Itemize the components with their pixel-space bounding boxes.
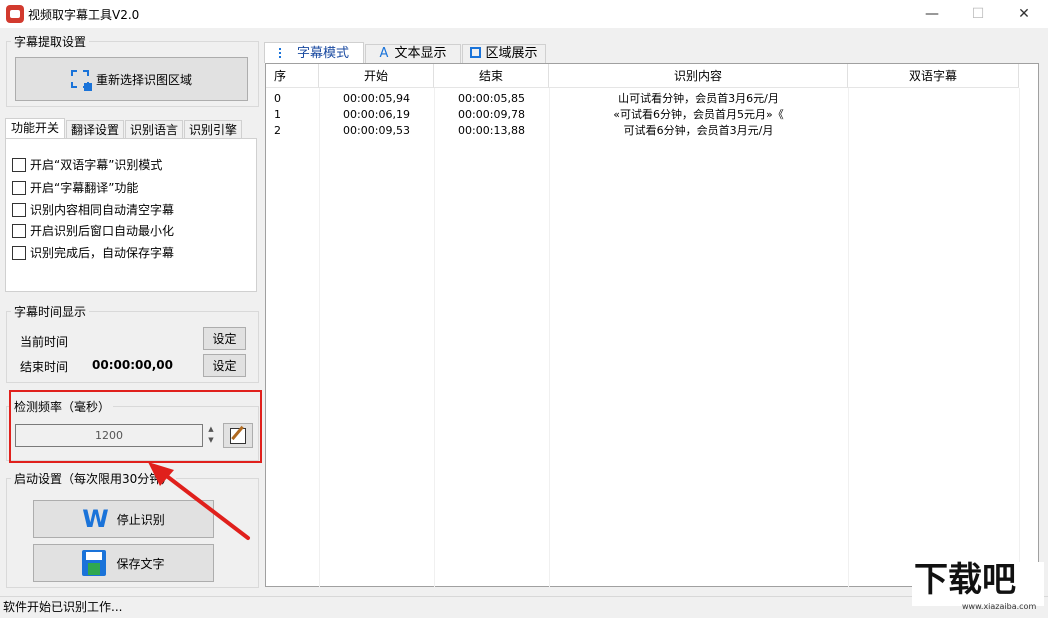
highlight-box xyxy=(9,390,262,463)
area-icon xyxy=(470,47,481,58)
table-cell[interactable]: 00:00:09,53 xyxy=(319,123,434,139)
option-auto-minimize[interactable]: 开启识别后窗口自动最小化 xyxy=(12,222,174,239)
table-cell[interactable]: 2 xyxy=(266,123,319,139)
option-label: 开启“字幕翻译”功能 xyxy=(30,179,138,196)
reselect-area-button[interactable]: 重新选择识图区域 xyxy=(15,57,248,101)
column-divider xyxy=(434,88,435,588)
tab-translate-settings[interactable]: 翻译设置 xyxy=(66,120,124,139)
reselect-area-label: 重新选择识图区域 xyxy=(96,71,192,88)
word-w-icon: W xyxy=(82,505,108,533)
watermark-logo: 下载吧 xyxy=(914,560,1016,600)
table-cell[interactable]: 00:00:06,19 xyxy=(319,107,434,123)
text-a-icon: A xyxy=(380,46,389,61)
table-cell[interactable]: «可试看6分钟，会员首月5元月»《 xyxy=(549,107,848,123)
checkbox[interactable] xyxy=(12,181,26,195)
checkbox[interactable] xyxy=(12,246,26,260)
table-cell[interactable]: 0 xyxy=(266,91,319,107)
minimize-button[interactable]: — xyxy=(909,0,955,28)
tab-recognition-language[interactable]: 识别语言 xyxy=(125,120,183,139)
table-cell[interactable]: 山可试看分钟，会员首3月6元/月 xyxy=(549,91,848,107)
tab-recognition-engine[interactable]: 识别引擎 xyxy=(184,120,242,139)
option-label: 开启“双语字幕”识别模式 xyxy=(30,156,162,173)
option-auto-clear[interactable]: 识别内容相同自动清空字幕 xyxy=(12,201,174,218)
tab-area-display-label: 区域展示 xyxy=(485,46,537,61)
column-divider xyxy=(848,88,849,588)
red-arrow xyxy=(140,458,255,548)
option-auto-save[interactable]: 识别完成后，自动保存字幕 xyxy=(12,244,174,261)
table-cell[interactable]: 00:00:09,78 xyxy=(434,107,549,123)
watermark-url: www.xiazaiba.com xyxy=(962,602,1036,611)
option-label: 识别内容相同自动清空字幕 xyxy=(30,201,174,218)
option-label: 开启识别后窗口自动最小化 xyxy=(30,222,174,239)
option-translate[interactable]: 开启“字幕翻译”功能 xyxy=(12,179,138,196)
column-divider xyxy=(549,88,550,588)
header-bilingual[interactable]: 双语字幕 xyxy=(848,64,1019,88)
time-display-title: 字幕时间显示 xyxy=(11,303,89,320)
end-time-label: 结束时间 xyxy=(20,358,68,375)
close-button[interactable]: ✕ xyxy=(1001,0,1047,28)
column-divider xyxy=(1019,88,1020,588)
checkbox[interactable] xyxy=(12,203,26,217)
select-area-icon xyxy=(71,70,89,88)
header-start[interactable]: 开始 xyxy=(319,64,434,88)
title-bar: 视频取字幕工具V2.0 — ☐ ✕ xyxy=(0,0,1048,28)
tab-subtitle-mode[interactable]: 字幕模式 xyxy=(264,42,364,63)
header-index[interactable]: 序 xyxy=(266,64,319,88)
option-bilingual[interactable]: 开启“双语字幕”识别模式 xyxy=(12,156,162,173)
end-time-value: 00:00:00,00 xyxy=(92,358,173,372)
save-text-label: 保存文字 xyxy=(116,555,164,572)
column-divider xyxy=(319,88,320,588)
subtitle-table: 序 开始 结束 识别内容 双语字幕 0 00:00:05,94 00:00:05… xyxy=(265,63,1039,587)
checkbox[interactable] xyxy=(12,224,26,238)
tab-text-display[interactable]: A 文本显示 xyxy=(365,44,461,63)
status-text: 软件开始已识别工作... xyxy=(3,600,122,614)
table-cell[interactable]: 可试看6分钟，会员首3月元/月 xyxy=(549,123,848,139)
current-time-label: 当前时间 xyxy=(20,333,68,350)
save-disk-icon xyxy=(82,550,106,576)
table-cell[interactable]: 00:00:05,94 xyxy=(319,91,434,107)
table-cell[interactable]: 1 xyxy=(266,107,319,123)
tab-function-switch[interactable]: 功能开关 xyxy=(5,118,65,139)
extract-group-title: 字幕提取设置 xyxy=(11,33,89,50)
checkbox[interactable] xyxy=(12,158,26,172)
tab-subtitle-mode-label: 字幕模式 xyxy=(297,46,349,61)
list-icon xyxy=(279,48,291,58)
status-bar: 软件开始已识别工作... xyxy=(0,596,1048,618)
table-cell[interactable]: 00:00:13,88 xyxy=(434,123,549,139)
app-icon xyxy=(6,5,24,23)
option-label: 识别完成后，自动保存字幕 xyxy=(30,244,174,261)
tab-text-display-label: 文本显示 xyxy=(394,46,446,61)
set-end-time-button[interactable]: 设定 xyxy=(203,354,246,377)
header-content[interactable]: 识别内容 xyxy=(549,64,848,88)
save-text-button[interactable]: 保存文字 xyxy=(33,544,214,582)
maximize-button[interactable]: ☐ xyxy=(955,0,1001,28)
watermark: 下载吧 www.xiazaiba.com xyxy=(912,562,1044,606)
window-title: 视频取字幕工具V2.0 xyxy=(28,6,139,23)
table-cell[interactable]: 00:00:05,85 xyxy=(434,91,549,107)
header-end[interactable]: 结束 xyxy=(434,64,549,88)
tab-area-display[interactable]: 区域展示 xyxy=(462,44,546,63)
set-current-time-button[interactable]: 设定 xyxy=(203,327,246,350)
